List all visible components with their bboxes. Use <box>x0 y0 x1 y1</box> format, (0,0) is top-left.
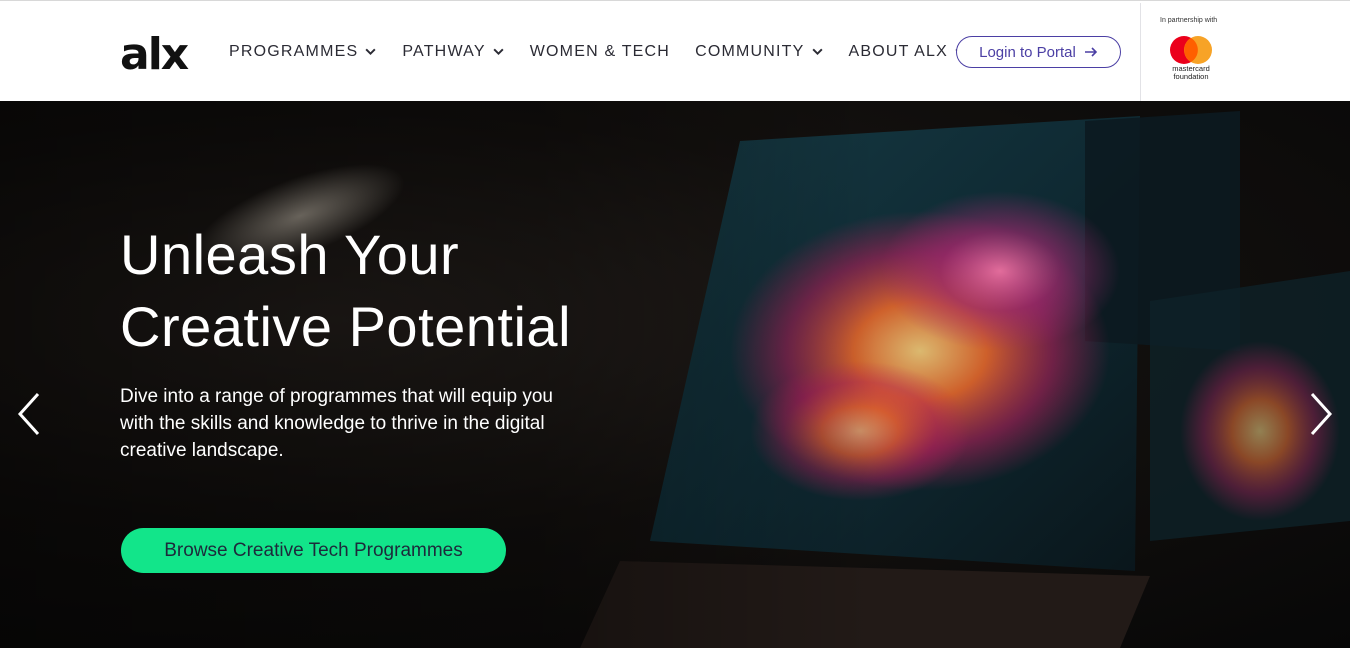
hero-description: Dive into a range of programmes that wil… <box>120 386 554 461</box>
nav-programmes[interactable]: PROGRAMMES <box>229 43 377 61</box>
login-portal-button[interactable]: Login to Portal <box>956 36 1121 68</box>
svg-text:alx: alx <box>120 29 189 75</box>
nav-label: COMMUNITY <box>695 42 805 60</box>
site-header: alx PROGRAMMES PATHWAY WOMEN & TECH COMM… <box>0 0 1350 102</box>
chevron-left-icon[interactable] <box>14 391 44 437</box>
nav-label: ABOUT ALX <box>848 42 948 60</box>
chevron-down-icon <box>365 48 376 56</box>
partner-text: In partnership with <box>1160 17 1218 24</box>
arrow-right-icon <box>1084 47 1097 57</box>
hero-title-line2: Creative Potential <box>120 295 572 358</box>
nav-women-tech[interactable]: WOMEN & TECH <box>530 43 670 61</box>
nav-label: PATHWAY <box>402 42 486 60</box>
chevron-right-icon[interactable] <box>1306 391 1336 437</box>
nav-pathway[interactable]: PATHWAY <box>402 43 504 61</box>
browse-programmes-button[interactable]: Browse Creative Tech Programmes <box>121 528 506 573</box>
main-nav: PROGRAMMES PATHWAY WOMEN & TECH COMMUNIT… <box>229 1 992 102</box>
chevron-down-icon <box>493 48 504 56</box>
hero-banner: Unleash Your Creative Potential Dive int… <box>0 101 1350 648</box>
alx-logo[interactable]: alx <box>120 29 202 75</box>
nav-label: WOMEN & TECH <box>529 42 671 60</box>
mastercard-logo[interactable] <box>1166 35 1216 65</box>
nav-label: PROGRAMMES <box>229 42 359 60</box>
nav-about[interactable]: ABOUT ALX <box>849 43 967 61</box>
partner-name: mastercard foundation <box>1164 65 1218 81</box>
partner-divider <box>1140 3 1141 102</box>
nav-community[interactable]: COMMUNITY <box>695 43 823 61</box>
hero-title: Unleash Your Creative Potential <box>120 219 740 363</box>
partner-name-line2: foundation <box>1173 72 1209 81</box>
login-label: Login to Portal <box>979 43 1076 61</box>
hero-title-line1: Unleash Your <box>120 223 460 286</box>
chevron-down-icon <box>812 48 823 56</box>
